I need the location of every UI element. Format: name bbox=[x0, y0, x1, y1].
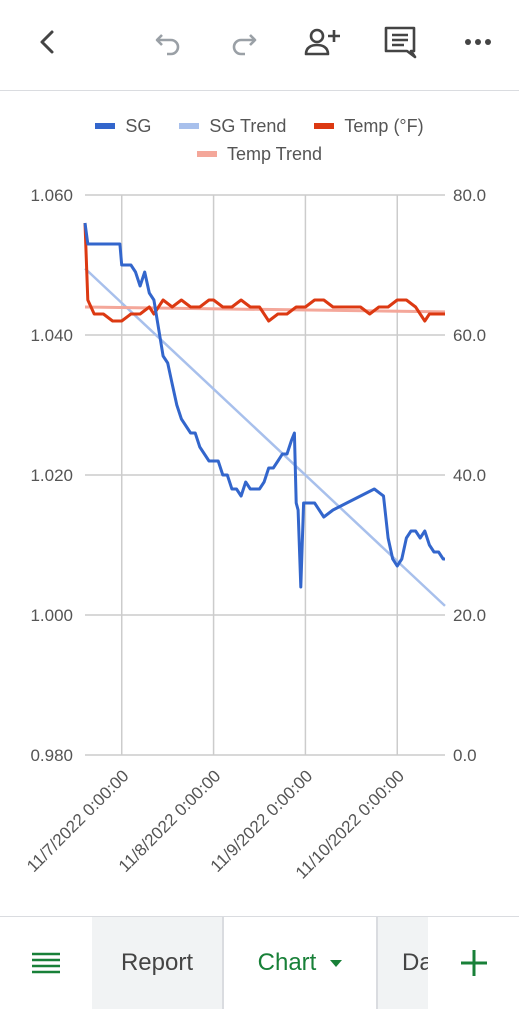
legend-item-sg[interactable]: SG bbox=[95, 116, 151, 137]
tab-chart[interactable]: Chart bbox=[224, 917, 376, 1009]
legend-swatch-temp-trend bbox=[196, 151, 217, 157]
all-sheets-menu-icon[interactable] bbox=[0, 917, 92, 1009]
chart-legend: SG SG Trend Temp (°F) Temp Trend bbox=[0, 112, 519, 168]
top-toolbar bbox=[0, 0, 519, 91]
x-axis-tick-label: 11/8/2022 0:00:00 bbox=[115, 766, 224, 875]
add-sheet-button[interactable] bbox=[428, 917, 519, 1009]
comment-icon[interactable] bbox=[378, 20, 422, 64]
left-axis-tick-label: 1.040 bbox=[30, 326, 73, 345]
legend-label-temp: Temp (°F) bbox=[344, 115, 424, 136]
redo-icon[interactable] bbox=[222, 20, 266, 64]
legend-label-temp-trend: Temp Trend bbox=[226, 143, 323, 164]
right-axis-tick-label: 80.0 bbox=[453, 186, 486, 205]
legend-swatch-sg bbox=[95, 123, 116, 129]
legend-label-sg-trend: SG Trend bbox=[209, 115, 287, 136]
legend-item-sg-trend[interactable]: SG Trend bbox=[179, 116, 286, 137]
right-axis-tick-label: 40.0 bbox=[453, 466, 486, 485]
plus-icon bbox=[460, 950, 487, 976]
left-axis-tick-label: 1.000 bbox=[30, 606, 73, 625]
right-axis-tick-label: 20.0 bbox=[453, 606, 486, 625]
add-person-icon[interactable] bbox=[300, 20, 344, 64]
right-axis-tick-label: 60.0 bbox=[453, 326, 486, 345]
line-chart: 0.980 1.000 1.020 1.040 1.060 0.0 20.0 40.0 60.0… bbox=[23, 186, 486, 883]
sheet-tab-bar: Report Chart Da bbox=[0, 916, 519, 1025]
tab-report[interactable]: Report bbox=[92, 917, 222, 1009]
left-axis-tick-label: 1.060 bbox=[30, 186, 73, 205]
tab-data[interactable]: Da bbox=[378, 917, 428, 1009]
undo-icon[interactable] bbox=[146, 20, 190, 64]
series-line-temp-trend bbox=[84, 305, 446, 314]
legend-row-1: SG SG Trend Temp (°F) bbox=[0, 112, 519, 140]
legend-item-temp-trend[interactable]: Temp Trend bbox=[196, 143, 323, 165]
legend-item-temp[interactable]: Temp (°F) bbox=[314, 115, 424, 137]
x-axis-tick-label: 11/9/2022 0:00:00 bbox=[207, 766, 316, 875]
series-line-sg bbox=[83, 222, 445, 589]
more-icon[interactable] bbox=[456, 20, 500, 64]
tab-report-label: Report bbox=[120, 949, 194, 976]
left-axis-tick-label: 1.020 bbox=[30, 466, 73, 485]
legend-swatch-sg-trend bbox=[179, 123, 200, 129]
x-axis-tick-label: 11/7/2022 0:00:00 bbox=[23, 766, 132, 875]
tab-data-label: Da bbox=[402, 949, 428, 976]
legend-swatch-temp bbox=[314, 123, 335, 129]
chevron-down-icon[interactable] bbox=[330, 959, 343, 967]
legend-row-2: Temp Trend bbox=[0, 140, 519, 168]
legend-label-sg: SG bbox=[125, 115, 152, 136]
back-icon[interactable] bbox=[26, 20, 70, 64]
right-axis-tick-label: 0.0 bbox=[453, 746, 477, 765]
tab-chart-label: Chart bbox=[257, 949, 317, 976]
left-axis-tick-label: 0.980 bbox=[30, 746, 73, 765]
